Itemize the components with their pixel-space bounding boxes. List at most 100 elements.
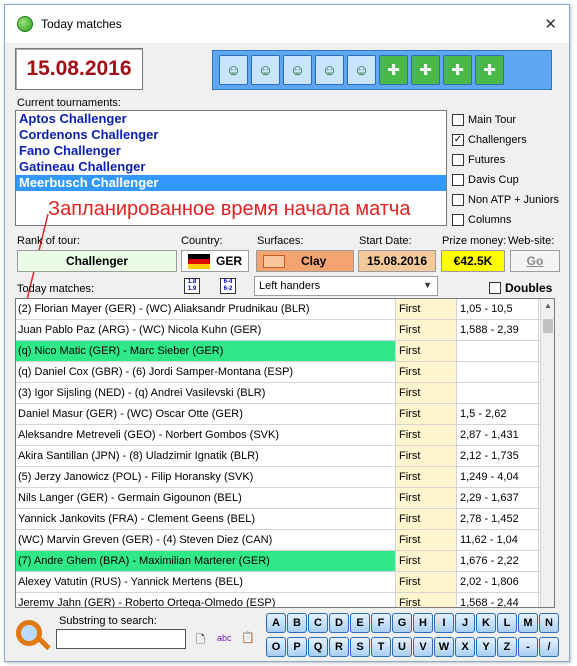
letter-key[interactable]: N xyxy=(539,613,559,633)
spell-check-icon[interactable]: abc xyxy=(217,633,232,643)
letter-key[interactable]: Y xyxy=(476,637,496,657)
letter-key[interactable]: - xyxy=(518,637,538,657)
letter-key[interactable]: U xyxy=(392,637,412,657)
letter-key[interactable]: Q xyxy=(308,637,328,657)
handedness-select[interactable]: Left handers ▼ xyxy=(254,276,438,296)
match-time-cell: First xyxy=(396,467,457,487)
doubles-checkbox[interactable]: Doubles xyxy=(489,281,552,295)
letter-key[interactable]: C xyxy=(308,613,328,633)
table-row[interactable]: Jeremy Jahn (GER) - Roberto Ortega-Olmed… xyxy=(16,593,554,607)
letter-key[interactable]: I xyxy=(434,613,454,633)
match-odds-cell xyxy=(457,383,539,403)
letter-key[interactable]: O xyxy=(266,637,286,657)
tournament-item[interactable]: Aptos Challenger xyxy=(16,111,446,127)
letter-key[interactable]: S xyxy=(350,637,370,657)
checkbox-box[interactable] xyxy=(452,174,464,186)
table-row[interactable]: Daniel Masur (GER) - (WC) Oscar Otte (GE… xyxy=(16,404,554,425)
table-row[interactable]: (3) Igor Sijsling (NED) - (q) Andrei Vas… xyxy=(16,383,554,404)
letter-key[interactable]: P xyxy=(287,637,307,657)
letter-key[interactable]: D xyxy=(329,613,349,633)
letter-key[interactable]: M xyxy=(518,613,538,633)
checkbox-box[interactable]: ✓ xyxy=(452,134,464,146)
letter-key[interactable]: X xyxy=(455,637,475,657)
letter-key[interactable]: L xyxy=(497,613,517,633)
close-icon[interactable]: ✕ xyxy=(544,15,557,33)
table-row[interactable]: (2) Florian Mayer (GER) - (WC) Aliaksand… xyxy=(16,299,554,320)
table-row[interactable]: Akira Santillan (JPN) - (8) Uladzimir Ig… xyxy=(16,446,554,467)
filter-checkbox[interactable]: Columns xyxy=(452,210,559,230)
table-row[interactable]: Aleksandre Metreveli (GEO) - Norbert Gom… xyxy=(16,425,554,446)
match-odds-cell: 2,12 - 1,735 xyxy=(457,446,539,466)
tournament-item[interactable]: Meerbusch Challenger xyxy=(16,175,446,191)
table-row[interactable]: (q) Daniel Cox (GBR) - (6) Jordi Samper-… xyxy=(16,362,554,383)
doubles-checkbox-box[interactable] xyxy=(489,282,501,294)
match-players-cell: Daniel Masur (GER) - (WC) Oscar Otte (GE… xyxy=(16,404,396,424)
checkbox-box[interactable] xyxy=(452,214,464,226)
match-odds-cell: 1,05 - 10,5 xyxy=(457,299,539,319)
annotation-text: Запланированное время начала матча xyxy=(48,198,411,220)
players-q-icon[interactable]: ✚ xyxy=(411,55,440,85)
letter-key[interactable]: K xyxy=(476,613,496,633)
player-1-icon[interactable]: ☺ xyxy=(219,55,248,85)
current-tournaments-label: Current tournaments: xyxy=(17,97,121,109)
clipboard-icon[interactable]: 📋 xyxy=(241,631,255,644)
filter-checkbox[interactable]: Futures xyxy=(452,150,559,170)
scrollbar-thumb[interactable] xyxy=(543,319,553,333)
player-2-icon[interactable]: ☺ xyxy=(251,55,280,85)
letter-key[interactable]: R xyxy=(329,637,349,657)
table-row[interactable]: Yannick Jankovits (FRA) - Clement Geens … xyxy=(16,509,554,530)
players-group-icon[interactable]: ☺ xyxy=(347,55,376,85)
match-odds-cell: 1,5 - 2,62 xyxy=(457,404,539,424)
filter-checkbox[interactable]: ✓ Challengers xyxy=(452,130,559,150)
add-q-icon[interactable]: ✚ xyxy=(379,55,408,85)
table-row[interactable]: Juan Pablo Paz (ARG) - (WC) Nicola Kuhn … xyxy=(16,320,554,341)
filter-checkbox[interactable]: Non ATP + Juniors xyxy=(452,190,559,210)
match-players-cell: Aleksandre Metreveli (GEO) - Norbert Gom… xyxy=(16,425,396,445)
letter-key[interactable]: T xyxy=(371,637,391,657)
table-scrollbar[interactable]: ▲ xyxy=(540,299,554,607)
letter-key[interactable]: F xyxy=(371,613,391,633)
racket-icon[interactable]: ☺ xyxy=(315,55,344,85)
table-row[interactable]: (5) Jerzy Janowicz (POL) - Filip Horansk… xyxy=(16,467,554,488)
letter-key[interactable]: B xyxy=(287,613,307,633)
checkbox-box[interactable] xyxy=(452,154,464,166)
match-players-cell: (q) Nico Matic (GER) - Marc Sieber (GER) xyxy=(16,341,396,361)
table-row[interactable]: (7) Andre Ghem (BRA) - Maximilian Marter… xyxy=(16,551,554,572)
match-odds-cell xyxy=(457,362,539,382)
table-row[interactable]: Nils Langer (GER) - Germain Gigounon (BE… xyxy=(16,488,554,509)
letter-key[interactable]: / xyxy=(539,637,559,657)
tournament-item[interactable]: Fano Challenger xyxy=(16,143,446,159)
export-m-icon[interactable]: ✚ xyxy=(443,55,472,85)
filter-checkbox[interactable]: Main Tour xyxy=(452,110,559,130)
filter-checkbox[interactable]: Davis Cup xyxy=(452,170,559,190)
letter-key[interactable]: V xyxy=(413,637,433,657)
match-time-cell: First xyxy=(396,530,457,550)
match-time-cell: First xyxy=(396,404,457,424)
sort-score-icon[interactable]: 6-4 6-2 xyxy=(220,278,236,294)
match-time-cell: First xyxy=(396,488,457,508)
letter-key[interactable]: W xyxy=(434,637,454,657)
letter-key[interactable]: G xyxy=(392,613,412,633)
website-go-button[interactable]: Go xyxy=(510,250,560,272)
search-input[interactable] xyxy=(56,629,186,649)
doubles-icon[interactable]: ☺ xyxy=(283,55,312,85)
letter-key[interactable]: Z xyxy=(497,637,517,657)
export-p-icon[interactable]: ✚ xyxy=(475,55,504,85)
new-document-icon[interactable]: 🗋 xyxy=(196,631,205,650)
letter-key[interactable]: H xyxy=(413,613,433,633)
checkbox-box[interactable] xyxy=(452,114,464,126)
sort-numeric-icon[interactable]: 1.8 1.9 xyxy=(184,278,200,294)
table-row[interactable]: (q) Nico Matic (GER) - Marc Sieber (GER)… xyxy=(16,341,554,362)
match-odds-cell: 1,676 - 2,22 xyxy=(457,551,539,571)
checkbox-box[interactable] xyxy=(452,194,464,206)
table-row[interactable]: Alexey Vatutin (RUS) - Yannick Mertens (… xyxy=(16,572,554,593)
letter-key[interactable]: E xyxy=(350,613,370,633)
table-row[interactable]: (WC) Marvin Greven (GER) - (4) Steven Di… xyxy=(16,530,554,551)
surfaces-label: Surfaces: xyxy=(257,235,304,247)
match-time-cell: First xyxy=(396,299,457,319)
letter-key[interactable]: A xyxy=(266,613,286,633)
tournament-item[interactable]: Cordenons Challenger xyxy=(16,127,446,143)
tournament-item[interactable]: Gatineau Challenger xyxy=(16,159,446,175)
letter-key[interactable]: J xyxy=(455,613,475,633)
scroll-up-icon[interactable]: ▲ xyxy=(544,301,552,310)
